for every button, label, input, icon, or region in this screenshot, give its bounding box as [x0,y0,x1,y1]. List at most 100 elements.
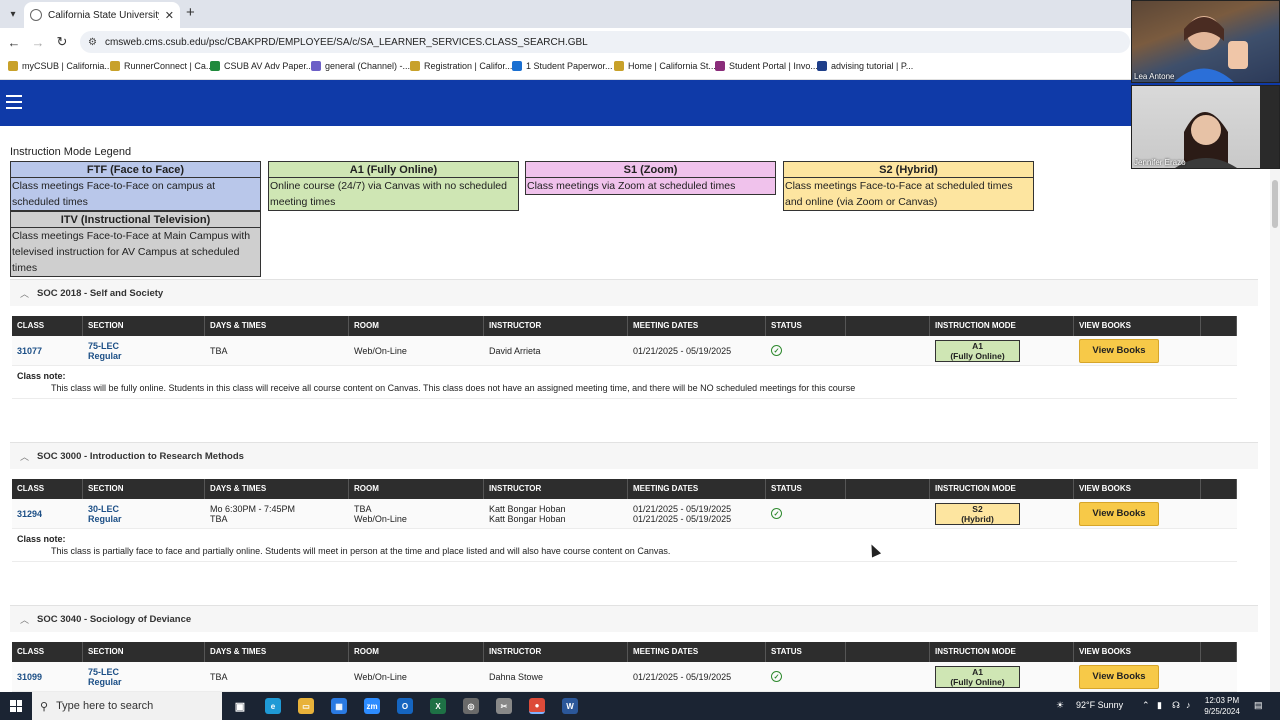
table-header: CLASS SECTION DAYS & TIMES ROOM INSTRUCT… [12,642,1237,662]
browser-tab[interactable]: California State University, Bak ✕ [24,2,180,28]
bookmark-item[interactable]: RunnerConnect | Ca... [110,61,213,71]
col-section: SECTION [83,316,205,336]
task-view-icon[interactable]: ▣ [232,698,248,714]
room: TBA [354,503,372,514]
view-books-button[interactable]: View Books [1079,664,1159,689]
course-header[interactable]: ︿ SOC 3000 - Introduction to Research Me… [10,443,1258,469]
bookmark-icon [715,61,725,71]
view-books-button[interactable]: View Books [1079,501,1159,526]
days-times: TBA [210,671,228,682]
weather-icon[interactable]: ☀ [1056,700,1064,711]
file-explorer-icon[interactable]: ▭ [298,698,314,714]
bookmark-icon [210,61,220,71]
battery-icon[interactable]: ▮ [1157,700,1162,711]
class-number-link[interactable]: 31099 [17,672,83,682]
new-tab-icon[interactable]: + [186,4,195,21]
outlook-icon[interactable]: O [397,698,413,714]
col-section: SECTION [83,479,205,499]
notification-icon[interactable]: ▤ [1254,700,1263,711]
section-link[interactable]: 75-LEC [88,341,205,351]
bookmark-item[interactable]: general (Channel) -... [311,61,410,71]
course-title: SOC 2018 - Self and Society [37,287,164,299]
windows-start-icon[interactable] [10,700,22,712]
section-type[interactable]: Regular [88,677,205,687]
bookmark-item[interactable]: myCSUB | California... [8,61,112,71]
section-type[interactable]: Regular [88,351,205,361]
collapse-chevron-icon[interactable]: ︿ [20,450,29,463]
class-number-link[interactable]: 31077 [17,346,83,356]
view-books-button[interactable]: View Books [1079,338,1159,363]
section-link[interactable]: 30-LEC [88,504,205,514]
bookmark-item[interactable]: Registration | Califor... [410,61,512,71]
table-row: 31077 75-LEC Regular TBA Web/On-Line Davi… [12,336,1237,366]
snipping-tool-icon[interactable]: ✂ [496,698,512,714]
bookmark-item[interactable]: Student Portal | Invo... [715,61,818,71]
tray-overflow-icon[interactable]: ⌃ [1142,700,1150,711]
class-note: Class note: This class is partially face… [12,529,1237,562]
volume-icon[interactable]: ♪ [1186,700,1191,710]
screen: ▾ California State University, Bak ✕ + ←… [0,0,1280,720]
legend-text: Class meetings Face-to-Face on campus at… [11,178,260,210]
back-icon[interactable]: ← [4,32,24,52]
menu-icon[interactable] [6,95,22,109]
network-icon[interactable]: ☊ [1172,700,1180,711]
edge-icon[interactable]: e [265,698,281,714]
store-icon[interactable]: ▦ [331,698,347,714]
class-note-text: This class will be fully online. Student… [51,383,856,393]
class-number-link[interactable]: 31294 [17,509,83,519]
legend-title: Instruction Mode Legend [10,146,132,158]
collapse-chevron-icon[interactable]: ︿ [20,287,29,300]
col-class: CLASS [12,316,83,336]
instructor: Katt Bongar Hoban [489,503,566,514]
col-days-times: DAYS & TIMES [205,642,349,662]
section-type[interactable]: Regular [88,514,205,524]
site-info-icon[interactable]: ⚙ [88,37,97,48]
course-section: ︿ SOC 3040 - Sociology of Deviance [10,605,1258,632]
col-blank [846,479,930,499]
bookmark-item[interactable]: advising tutorial | P... [817,61,913,71]
browser-tabstrip: ▾ California State University, Bak ✕ + [0,0,1280,28]
col-instructor: INSTRUCTOR [484,642,628,662]
forward-icon[interactable]: → [28,32,48,52]
excel-icon[interactable]: X [430,698,446,714]
course-header[interactable]: ︿ SOC 2018 - Self and Society [10,280,1258,306]
taskbar-search[interactable]: ⚲ Type here to search [32,692,222,720]
tab-list-icon[interactable]: ▾ [4,5,22,23]
legend-s2: S2 (Hybrid) Class meetings Face-to-Face … [783,161,1034,211]
bookmark-item[interactable]: Home | California St... [614,61,716,71]
search-icon: ⚲ [40,700,49,713]
meeting-dates: 01/21/2025 - 05/19/2025 [633,671,732,682]
reload-icon[interactable]: ↻ [52,32,72,52]
close-tab-icon[interactable]: ✕ [165,9,174,22]
bookmark-item[interactable]: 1 Student Paperwor... [512,61,613,71]
open-status-icon: ✓ [771,671,782,682]
chrome-icon[interactable]: ● [529,698,545,714]
taskbar-clock[interactable]: 12:03 PM 9/25/2024 [1200,695,1244,717]
legend-heading: A1 (Fully Online) [269,162,518,178]
collapse-chevron-icon[interactable]: ︿ [20,613,29,626]
legend-heading: ITV (Instructional Television) [11,212,260,228]
bookmark-item[interactable]: CSUB AV Adv Paper... [210,61,313,71]
col-end [1201,479,1237,499]
section-link[interactable]: 75-LEC [88,667,205,677]
legend-text: Class meetings Face-to-Face at Main Camp… [11,228,260,276]
address-bar[interactable]: ⚙ cmsweb.cms.csub.edu/psc/CBAKPRD/EMPLOY… [80,31,1130,53]
class-table: CLASS SECTION DAYS & TIMES ROOM INSTRUCT… [12,642,1237,692]
instruction-mode-badge: A1 (Fully Online) [935,339,1020,362]
legend-heading: S1 (Zoom) [526,162,775,178]
bookmark-icon [410,61,420,71]
open-status-icon: ✓ [771,508,782,519]
word-icon[interactable]: W [562,698,578,714]
scrollbar-thumb[interactable] [1272,180,1278,228]
chrome-alt-icon[interactable]: ◎ [463,698,479,714]
col-end [1201,642,1237,662]
weather-text[interactable]: 92°F Sunny [1076,700,1123,710]
course-title: SOC 3000 - Introduction to Research Meth… [37,450,244,462]
col-room: ROOM [349,479,484,499]
days-times: Mo 6:30PM - 7:45PM [210,503,296,514]
zoom-icon[interactable]: zm [364,698,380,714]
bookmark-icon [311,61,321,71]
col-instructor: INSTRUCTOR [484,479,628,499]
class-note: Class note: This class will be fully onl… [12,366,1237,399]
course-header[interactable]: ︿ SOC 3040 - Sociology of Deviance [10,606,1258,632]
